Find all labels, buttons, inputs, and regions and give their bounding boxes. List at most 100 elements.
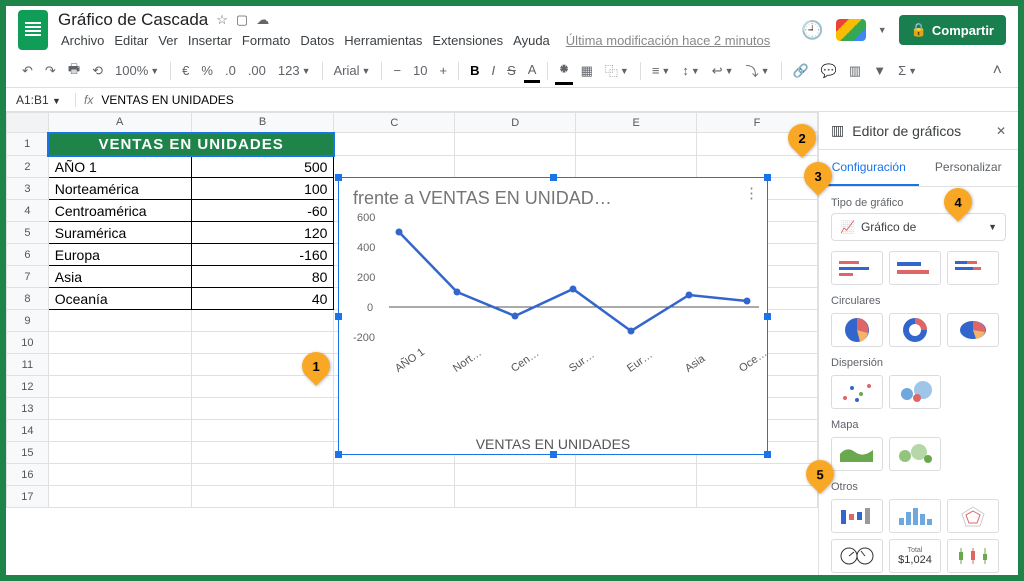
zoom[interactable]: 100%▼ <box>111 60 163 81</box>
spreadsheet[interactable]: A B C D E F 1 VENTAS EN UNIDADES 2AÑO 15… <box>6 112 818 575</box>
link-icon[interactable]: 🔗 <box>789 60 813 82</box>
star-icon[interactable]: ☆ <box>216 12 228 28</box>
menu-herramientas[interactable]: Herramientas <box>341 31 425 50</box>
table-row[interactable]: Europa <box>48 244 191 266</box>
table-row[interactable]: AÑO 1 <box>48 156 191 178</box>
col-B[interactable]: B <box>191 113 334 133</box>
menu-extensiones[interactable]: Extensiones <box>429 31 506 50</box>
folder-icon[interactable]: ▢ <box>236 12 248 28</box>
chart-thumb-scorecard[interactable]: Total$1,024 <box>889 539 941 573</box>
menu-archivo[interactable]: Archivo <box>58 31 107 50</box>
insert-chart-icon[interactable]: ▥ <box>845 60 865 82</box>
chart-thumb-candlestick[interactable] <box>947 539 999 573</box>
history-icon[interactable]: 🕘 <box>801 20 823 41</box>
chart-thumb-pie3d[interactable] <box>947 313 999 347</box>
merge-icon[interactable]: ⿻▼ <box>601 58 633 83</box>
filter-icon[interactable]: ▼ <box>869 60 890 81</box>
wrap-icon[interactable]: ↩▼ <box>708 60 738 82</box>
section-dispersion: Dispersión <box>831 357 1006 369</box>
formula-content[interactable]: VENTAS EN UNIDADES <box>101 93 233 107</box>
chart-thumb-pie[interactable] <box>831 313 883 347</box>
redo-icon[interactable]: ↷ <box>41 60 60 82</box>
cell-reference[interactable]: A1:B1 ▼ <box>16 93 76 107</box>
paint-icon[interactable]: ⟲ <box>88 60 107 82</box>
font-dec[interactable]: − <box>389 60 405 81</box>
cloud-icon[interactable]: ☁ <box>256 12 269 28</box>
col-E[interactable]: E <box>576 113 697 133</box>
menu-formato[interactable]: Formato <box>239 31 293 50</box>
row-1[interactable]: 1 <box>7 133 49 156</box>
chart-thumb-histogram[interactable] <box>889 499 941 533</box>
inc-dec[interactable]: .00 <box>244 60 270 81</box>
table-row[interactable]: Asia <box>48 266 191 288</box>
table-row[interactable]: Suramérica <box>48 222 191 244</box>
doc-title[interactable]: Gráfico de Cascada ☆ ▢ ☁ <box>58 10 791 30</box>
chart-thumb-scatter[interactable] <box>831 375 883 409</box>
more-format[interactable]: 123▼ <box>274 60 315 81</box>
menu-insertar[interactable]: Insertar <box>185 31 235 50</box>
chart-menu-icon[interactable]: ⋮ <box>744 184 759 202</box>
toolbar: ↶ ↷ 🖶 ⟲ 100%▼ € % .0 .00 123▼ Arial▼ − 1… <box>6 54 1018 88</box>
menu-ver[interactable]: Ver <box>155 31 181 50</box>
chart-thumb-bar1[interactable] <box>831 251 883 285</box>
strike[interactable]: S <box>503 60 520 81</box>
section-otros: Otros <box>831 481 1006 493</box>
close-icon[interactable]: ✕ <box>996 124 1006 138</box>
table-row[interactable]: Centroamérica <box>48 200 191 222</box>
font-size[interactable]: 10 <box>409 60 431 81</box>
menu-ayuda[interactable]: Ayuda <box>510 31 553 50</box>
share-button[interactable]: 🔒 Compartir <box>899 15 1006 45</box>
chart-thumb-gauge[interactable] <box>831 539 883 573</box>
table-row[interactable]: Norteamérica <box>48 178 191 200</box>
chart-thumb-waterfall[interactable] <box>831 499 883 533</box>
embedded-chart[interactable]: ⋮ frente a VENTAS EN UNIDAD… 600 400 200… <box>338 177 768 455</box>
text-color[interactable]: A <box>524 59 541 83</box>
tab-config[interactable]: Configuración <box>819 150 919 186</box>
chart-thumb-geo1[interactable] <box>831 437 883 471</box>
chart-type-select[interactable]: 📈 Gráfico de ▼ <box>831 213 1006 241</box>
halign-icon[interactable]: ≡▼ <box>648 60 675 81</box>
table-header-cell[interactable]: VENTAS EN UNIDADES <box>48 133 334 156</box>
menu-datos[interactable]: Datos <box>297 31 337 50</box>
fill-color-icon[interactable]: 🞺 <box>555 57 572 85</box>
dec-dec[interactable]: .0 <box>221 60 240 81</box>
select-all[interactable] <box>7 113 49 133</box>
font[interactable]: Arial▼ <box>330 60 375 81</box>
functions-icon[interactable]: Σ▼ <box>894 60 921 81</box>
meet-dropdown[interactable]: ▼ <box>878 25 887 35</box>
menu-bar: Archivo Editar Ver Insertar Formato Dato… <box>58 31 791 50</box>
valign-icon[interactable]: ↕▼ <box>678 60 703 81</box>
currency[interactable]: € <box>178 60 193 81</box>
comment-icon[interactable]: 💬 <box>817 60 841 82</box>
chart-title: frente a VENTAS EN UNIDAD… <box>339 178 767 209</box>
font-inc[interactable]: + <box>436 60 452 81</box>
col-D[interactable]: D <box>455 113 576 133</box>
bold[interactable]: B <box>466 60 483 81</box>
percent[interactable]: % <box>197 60 217 81</box>
tab-custom[interactable]: Personalizar <box>919 150 1019 186</box>
sheets-logo[interactable] <box>18 10 48 50</box>
chart-editor-sidebar: ▥Editor de gráficos ✕ Configuración Pers… <box>818 112 1018 575</box>
chart-plot <box>389 217 759 347</box>
chart-thumb-bubble[interactable] <box>889 375 941 409</box>
rotate-icon[interactable]: ⤵▼ <box>742 58 774 83</box>
collapse-toolbar-icon[interactable]: ˄ <box>989 59 1006 83</box>
fx-icon: fx <box>84 93 93 107</box>
table-row[interactable]: Oceanía <box>48 288 191 310</box>
col-A[interactable]: A <box>48 113 191 133</box>
undo-icon[interactable]: ↶ <box>18 60 37 82</box>
chart-thumb-bar3[interactable] <box>947 251 999 285</box>
chart-thumb-geo2[interactable] <box>889 437 941 471</box>
italic[interactable]: I <box>488 60 500 81</box>
chart-thumb-bar2[interactable] <box>889 251 941 285</box>
col-C[interactable]: C <box>334 113 455 133</box>
section-mapa: Mapa <box>831 419 1006 431</box>
print-icon[interactable]: 🖶 <box>64 57 84 85</box>
last-edit[interactable]: Última modificación hace 2 minutos <box>563 31 773 50</box>
meet-icon[interactable] <box>836 19 866 41</box>
borders-icon[interactable]: ▦ <box>577 60 597 82</box>
menu-editar[interactable]: Editar <box>111 31 151 50</box>
line-chart-icon: 📈 <box>840 220 855 234</box>
chart-thumb-donut[interactable] <box>889 313 941 347</box>
chart-thumb-radar[interactable] <box>947 499 999 533</box>
